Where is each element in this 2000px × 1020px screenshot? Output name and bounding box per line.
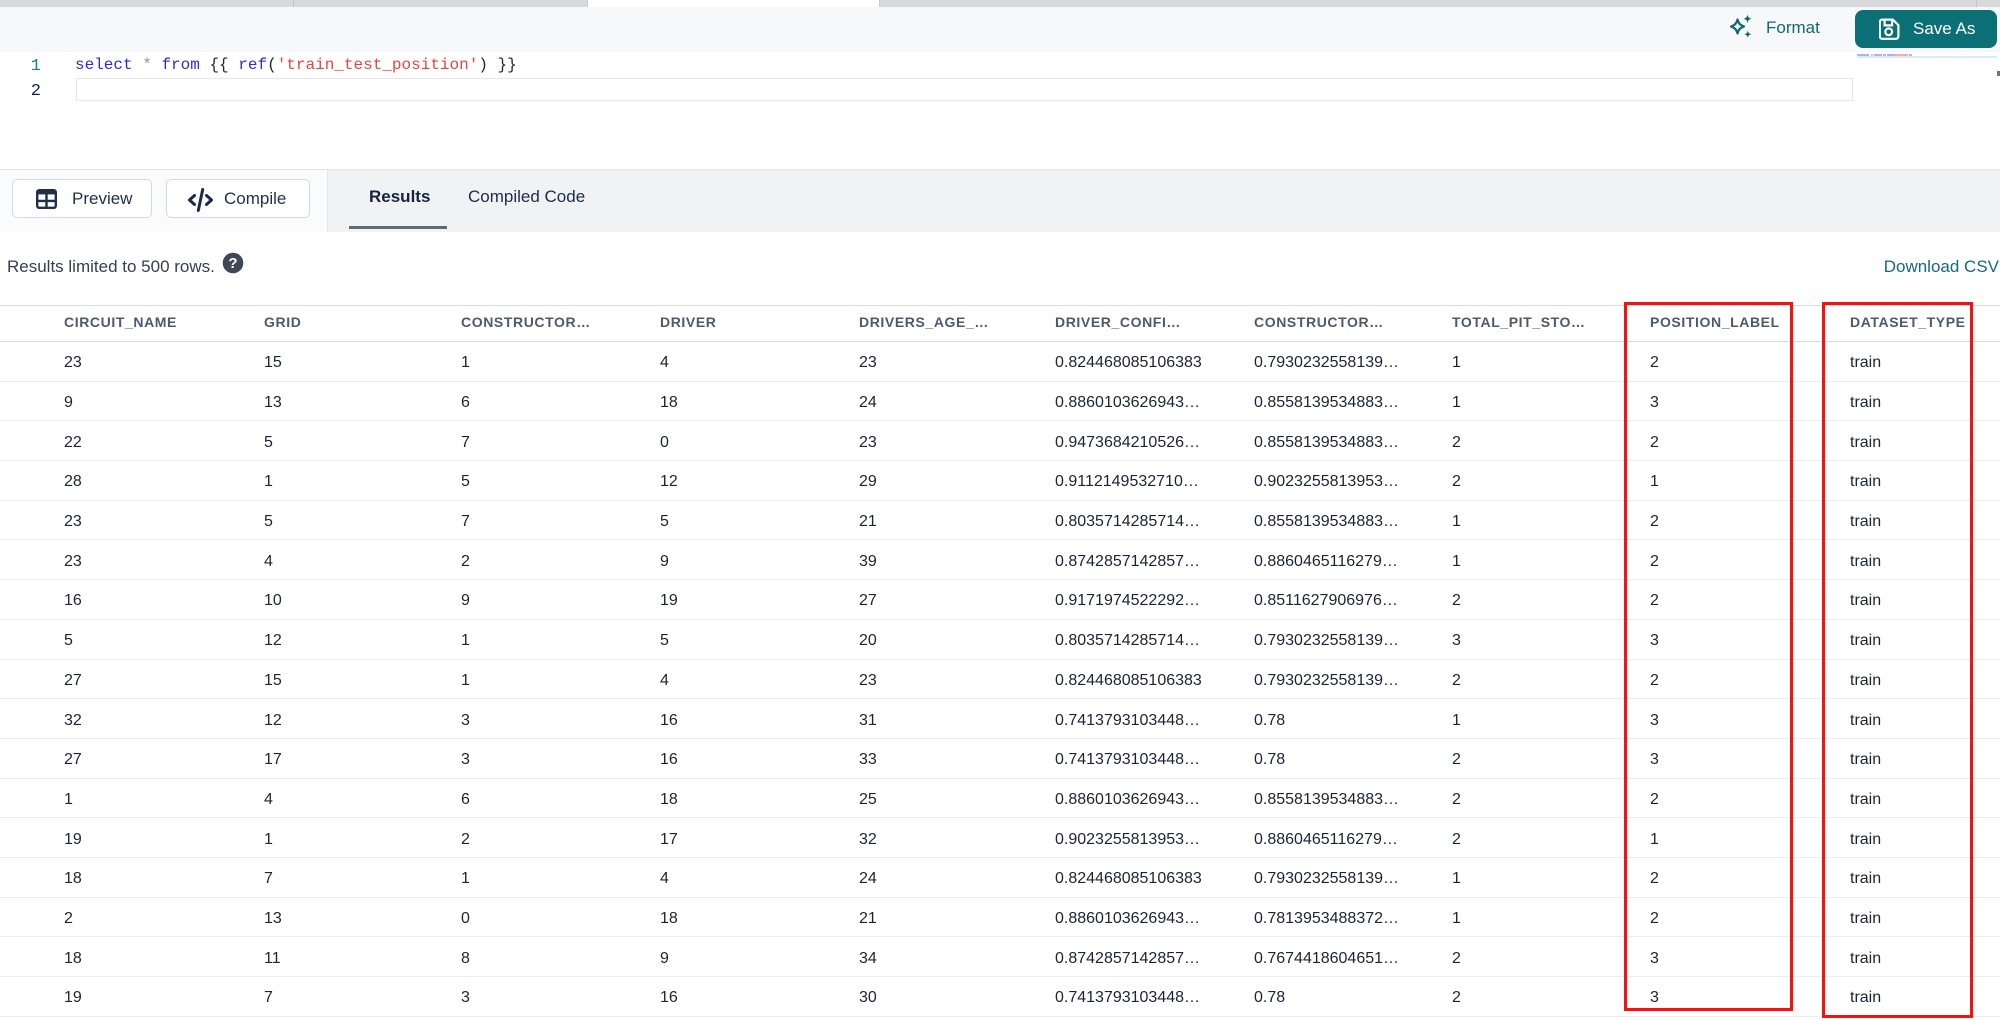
- svg-text:?: ?: [228, 255, 237, 272]
